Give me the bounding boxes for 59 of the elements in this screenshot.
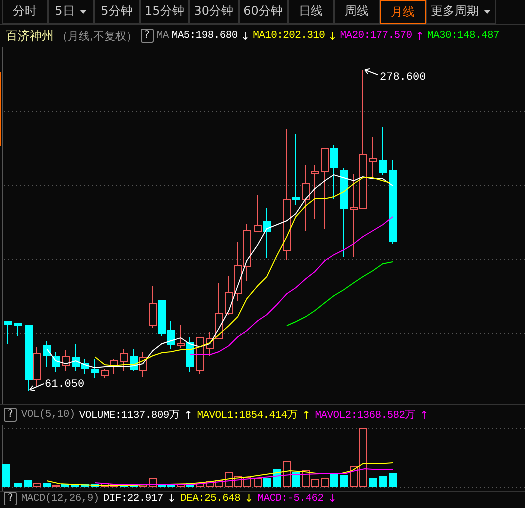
period-tab[interactable]: 日线 bbox=[288, 0, 334, 24]
period-tab[interactable]: 15分钟 bbox=[140, 0, 190, 24]
volume-value: MAVOL2:1368.582万 bbox=[315, 409, 416, 422]
volume-bar bbox=[196, 484, 204, 488]
ma-value: MA20:177.570 bbox=[340, 30, 412, 42]
period-tab[interactable]: 更多周期 bbox=[426, 0, 496, 24]
period-tab[interactable]: 分时 bbox=[2, 0, 48, 24]
candlestick bbox=[14, 324, 22, 336]
price-label: 278.600 bbox=[380, 72, 426, 84]
macd-value: DEA:25.648 bbox=[180, 492, 241, 504]
help-button[interactable]: ? bbox=[4, 408, 18, 422]
period-tab[interactable]: 月线 bbox=[380, 0, 426, 24]
indicator-name: VOL(5,10) bbox=[21, 409, 76, 421]
candlestick bbox=[379, 126, 387, 176]
trend-arrow: ↑ bbox=[184, 408, 194, 422]
period-tab[interactable]: 60分钟 bbox=[238, 0, 288, 24]
stock-name: 百济神州 bbox=[6, 28, 54, 44]
candlestick bbox=[196, 336, 204, 374]
period-tab[interactable]: 30分钟 bbox=[189, 0, 239, 24]
ma-value: MA30:148.487 bbox=[428, 30, 500, 42]
trend-arrow: ↑ bbox=[420, 408, 430, 422]
candlestick bbox=[62, 350, 70, 372]
trend-arrow: ↑ bbox=[302, 408, 312, 422]
indicator-name: MACD(12,26,9) bbox=[21, 492, 100, 504]
volume-bar bbox=[369, 478, 377, 488]
trend-arrow: ↓ bbox=[328, 492, 338, 505]
leader-arrow bbox=[364, 68, 378, 76]
volume-value: VOLUME:1137.809万 bbox=[79, 409, 180, 422]
trend-arrow: ↓ bbox=[328, 30, 338, 42]
macd-value: DIF:22.917 bbox=[103, 492, 164, 504]
indicator-name: MA bbox=[156, 30, 169, 42]
ma-value: MA5:198.680 bbox=[172, 30, 238, 42]
volume-bar bbox=[91, 484, 99, 488]
help-button[interactable]: ? bbox=[4, 492, 18, 505]
ma-value: MA10:202.310 bbox=[253, 30, 326, 42]
volume-bar bbox=[273, 470, 281, 488]
trend-arrow: ↓ bbox=[240, 30, 250, 42]
candlestick bbox=[369, 136, 377, 180]
volume-bar bbox=[389, 474, 397, 488]
price-label: 61.050 bbox=[45, 379, 85, 391]
trend-arrow: ↑ bbox=[415, 30, 425, 42]
volume-bar bbox=[81, 484, 89, 488]
help-button[interactable]: ? bbox=[140, 29, 154, 43]
candlestick bbox=[91, 358, 99, 378]
leader-arrow bbox=[30, 384, 44, 392]
chart-mode: （月线,不复权） bbox=[57, 28, 138, 44]
trend-arrow: ↓ bbox=[244, 492, 254, 505]
candlestick bbox=[120, 348, 128, 372]
volume-bar bbox=[2, 464, 10, 488]
volume-bar bbox=[340, 476, 348, 488]
macd-value: MACD:-5.462 bbox=[258, 492, 324, 504]
volume-value: MAVOL1:1854.414万 bbox=[197, 409, 298, 422]
volume-bar bbox=[379, 476, 387, 488]
trend-arrow: ↓ bbox=[167, 492, 177, 505]
period-tab[interactable]: 周线 bbox=[334, 0, 380, 24]
period-tab[interactable]: 5日 bbox=[48, 0, 94, 24]
volume-bar bbox=[14, 484, 22, 488]
period-tab[interactable]: 5分钟 bbox=[94, 0, 140, 24]
candlestick bbox=[4, 322, 12, 344]
